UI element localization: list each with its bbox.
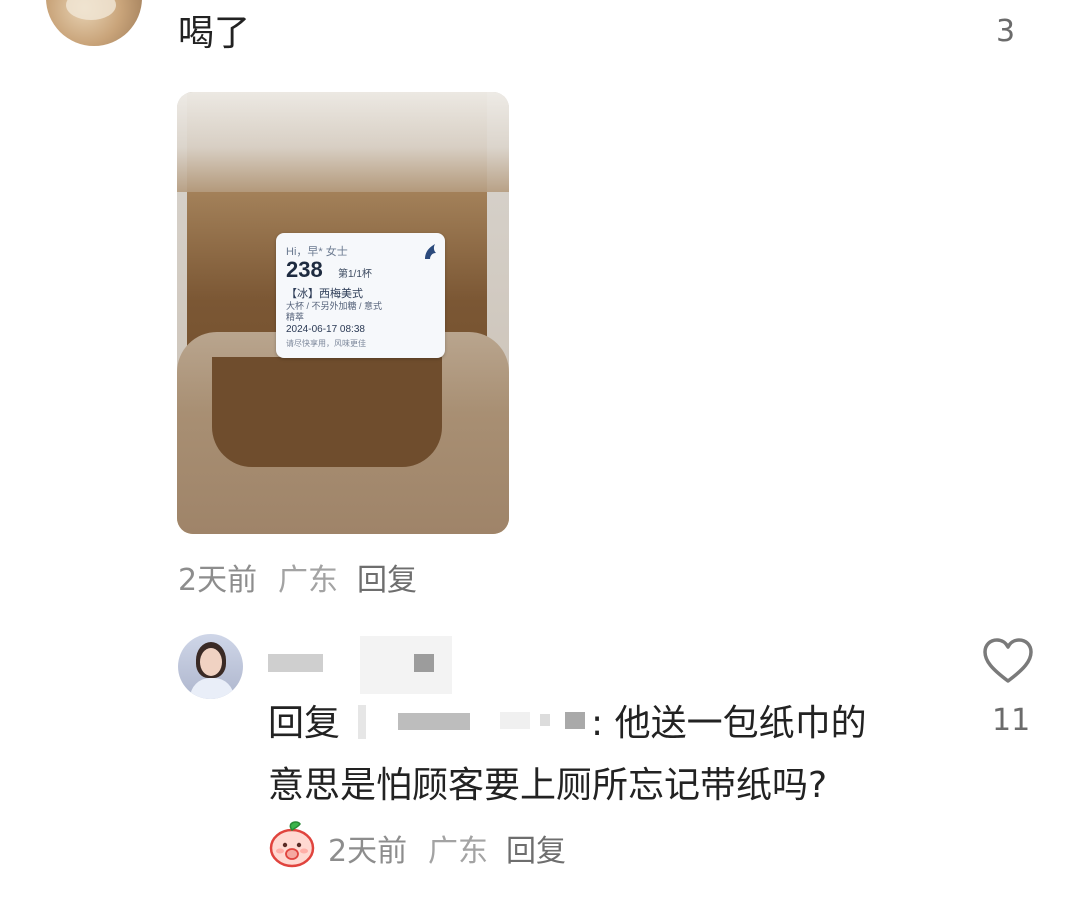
comment-time: 2天前 [328,834,408,869]
reply-text-line-1: : 他送一包纸巾的 [591,703,867,744]
peach-emoji-icon [269,821,315,868]
reply-text-line-2: 意思是怕顾客要上厕所忘记带纸吗? [268,765,828,806]
label-cup-count: 第1/1杯 [338,269,372,280]
redacted-username [268,654,323,672]
heart-icon[interactable] [982,637,1034,685]
cup-lid [177,92,509,192]
avatar-reply-commenter[interactable] [178,634,243,699]
label-order-number: 238 [286,257,323,282]
like-count: 3 [996,14,1016,49]
label-drink-spec-2: 精萃 [286,312,305,322]
reply-button[interactable]: 回复 [506,826,566,870]
comment-location: 广东 [278,563,338,598]
comment-time: 2天前 [178,563,258,598]
cup-holder-inner [212,357,442,467]
reply-prefix: 回复 [268,703,341,744]
label-footer: 请尽快享用，风味更佳 [286,339,366,348]
reply-button[interactable]: 回复 [357,555,417,599]
comment-text: 喝了 [178,13,251,54]
comment-location: 广东 [428,834,488,869]
label-date: 2024-06-17 08:38 [286,324,365,335]
redacted-reply-target [540,714,550,726]
like-count: 11 [992,703,1031,738]
comment-photo[interactable]: Hi，早* 女士 238 第1/1杯 【冰】西梅美式 大杯 / 不另外加糖 / … [177,92,509,534]
avatar-top-commenter[interactable] [46,0,142,46]
redacted-reply-target [398,713,470,730]
brand-logo-icon [425,244,436,259]
redacted-username-part [414,654,434,672]
redacted-reply-target [500,712,530,729]
avatar-face [200,648,222,676]
redacted-username-block [360,636,452,694]
cup-label-sticker: Hi，早* 女士 238 第1/1杯 【冰】西梅美式 大杯 / 不另外加糖 / … [276,233,445,358]
redacted-reply-target [358,705,366,739]
redacted-reply-target [565,712,585,729]
avatar-body [190,678,234,699]
